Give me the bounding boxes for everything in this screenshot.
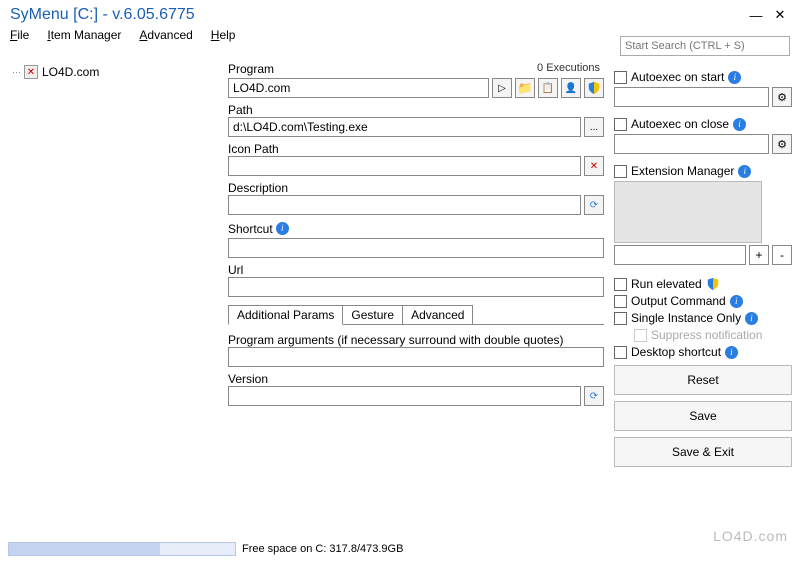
single-instance-label: Single Instance Only — [631, 311, 741, 325]
description-input[interactable] — [228, 195, 581, 215]
shield-icon[interactable] — [584, 78, 604, 98]
tree-item[interactable]: ⋯ ✕ LO4D.com — [12, 64, 214, 80]
play-icon[interactable]: ▷ — [492, 78, 512, 98]
tree-panel: ⋯ ✕ LO4D.com — [8, 60, 218, 536]
gear-icon[interactable]: ⚙ — [772, 134, 792, 154]
tab-advanced[interactable]: Advanced — [402, 305, 473, 325]
url-label: Url — [228, 263, 604, 277]
refresh-icon[interactable]: ⟳ — [584, 195, 604, 215]
info-icon[interactable]: i — [725, 346, 738, 359]
suppress-label: Suppress notification — [651, 328, 762, 342]
output-command-label: Output Command — [631, 294, 726, 308]
shortcut-label: Shortcut — [228, 222, 273, 236]
info-icon[interactable]: i — [728, 71, 741, 84]
desktop-shortcut-label: Desktop shortcut — [631, 345, 721, 359]
refresh-version-icon[interactable]: ⟳ — [584, 386, 604, 406]
broken-icon: ✕ — [24, 65, 38, 79]
url-input[interactable] — [228, 277, 604, 297]
close-button[interactable]: ✕ — [768, 6, 792, 24]
icon-path-label: Icon Path — [228, 142, 604, 156]
path-label: Path — [228, 103, 604, 117]
user-icon[interactable]: 👤 — [561, 78, 581, 98]
add-button[interactable]: + — [749, 245, 769, 265]
autoexec-close-input[interactable] — [614, 134, 769, 154]
reset-button[interactable]: Reset — [614, 365, 792, 395]
ext-manager-label: Extension Manager — [631, 164, 734, 178]
clipboard-icon[interactable]: 📋 — [538, 78, 558, 98]
path-input[interactable] — [228, 117, 581, 137]
save-exit-button[interactable]: Save & Exit — [614, 437, 792, 467]
suppress-checkbox — [634, 329, 647, 342]
run-elevated-checkbox[interactable] — [614, 278, 627, 291]
args-label: Program arguments (if necessary surround… — [228, 333, 604, 347]
menu-file[interactable]: File — [10, 28, 29, 42]
output-command-checkbox[interactable] — [614, 295, 627, 308]
info-icon[interactable]: i — [276, 222, 289, 235]
icon-path-input[interactable] — [228, 156, 581, 176]
tab-additional-params[interactable]: Additional Params — [228, 305, 343, 325]
folder-icon[interactable]: 📁 — [515, 78, 535, 98]
info-icon[interactable]: i — [730, 295, 743, 308]
autoexec-start-input[interactable] — [614, 87, 769, 107]
menu-help[interactable]: Help — [211, 28, 236, 42]
ext-input[interactable] — [614, 245, 746, 265]
disk-progress — [8, 542, 236, 556]
tab-gesture[interactable]: Gesture — [342, 305, 403, 325]
executions-count: 0 Executions — [537, 62, 604, 74]
shield-icon — [706, 277, 720, 291]
browse-button[interactable]: ... — [584, 117, 604, 137]
shortcut-input[interactable] — [228, 238, 604, 258]
menu-advanced[interactable]: Advanced — [139, 28, 192, 42]
program-label: Program — [228, 62, 274, 76]
autoexec-close-label: Autoexec on close — [631, 117, 729, 131]
options-panel: Autoexec on start i ⚙ Autoexec on close … — [614, 60, 792, 536]
save-button[interactable]: Save — [614, 401, 792, 431]
icon-broken-icon[interactable]: ✕ — [584, 156, 604, 176]
tree-item-label: LO4D.com — [42, 65, 99, 79]
autoexec-start-checkbox[interactable] — [614, 71, 627, 84]
info-icon[interactable]: i — [733, 118, 746, 131]
info-icon[interactable]: i — [745, 312, 758, 325]
ext-manager-list[interactable] — [614, 181, 762, 243]
ext-manager-checkbox[interactable] — [614, 165, 627, 178]
program-input[interactable] — [228, 78, 489, 98]
gear-icon[interactable]: ⚙ — [772, 87, 792, 107]
autoexec-close-checkbox[interactable] — [614, 118, 627, 131]
single-instance-checkbox[interactable] — [614, 312, 627, 325]
watermark: LO4D.com — [713, 528, 788, 544]
search-input[interactable]: Start Search (CTRL + S) — [620, 36, 790, 56]
autoexec-start-label: Autoexec on start — [631, 70, 724, 84]
version-label: Version — [228, 372, 604, 386]
args-input[interactable] — [228, 347, 604, 367]
form-panel: Program 0 Executions ▷ 📁 📋 👤 Path ... — [224, 60, 608, 536]
status-text: Free space on C: 317.8/473.9GB — [242, 543, 403, 555]
description-label: Description — [228, 181, 604, 195]
tree-expand-icon: ⋯ — [12, 67, 20, 78]
menu-item-manager[interactable]: Item Manager — [47, 28, 121, 42]
minimize-button[interactable]: — — [744, 6, 768, 24]
window-title: SyMenu [C:] - v.6.05.6775 — [10, 6, 744, 24]
run-elevated-label: Run elevated — [631, 277, 702, 291]
remove-button[interactable]: - — [772, 245, 792, 265]
info-icon[interactable]: i — [738, 165, 751, 178]
version-input[interactable] — [228, 386, 581, 406]
desktop-shortcut-checkbox[interactable] — [614, 346, 627, 359]
